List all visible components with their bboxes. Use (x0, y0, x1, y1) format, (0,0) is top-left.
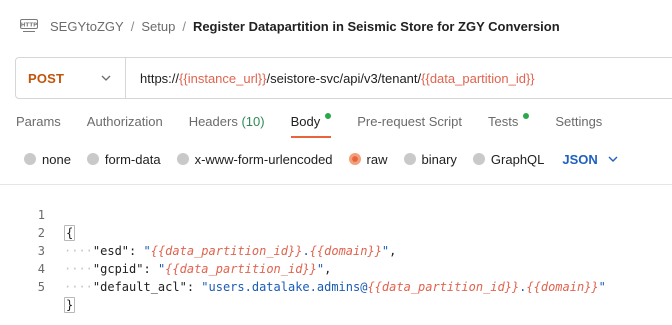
method-select[interactable]: POST (16, 58, 126, 98)
http-icon: HTTP (20, 19, 38, 33)
json-colon: : (186, 280, 202, 294)
json-variable: {{domain}} (526, 280, 599, 294)
radio-icon (86, 153, 99, 165)
svg-text:HTTP: HTTP (21, 23, 38, 29)
editor-line: 2 ····"esd": "{{data_partition_id}}.{{do… (0, 206, 672, 258)
body-status-dot-icon (325, 113, 332, 119)
tab-pre-request-script[interactable]: Pre-request Script (357, 108, 462, 138)
tab-authorization-label: Authorization (86, 114, 163, 129)
line-number: 5 (37, 280, 45, 294)
radio-form-data[interactable]: form-data (86, 151, 161, 167)
json-variable: {{data_partition_id}} (367, 280, 520, 294)
radio-icon (403, 153, 416, 165)
radio-binary[interactable]: binary (403, 151, 457, 167)
url-path: /seistore-svc/api/v3/tenant/ (266, 70, 422, 86)
url-bar: POST https://{{instance_url}}/seistore-s… (15, 57, 672, 99)
radio-graphql-label: GraphQL (490, 151, 545, 167)
url-input[interactable]: https://{{instance_url}}/seistore-svc/ap… (126, 71, 535, 86)
tab-body-label: Body (290, 114, 321, 129)
tab-settings[interactable]: Settings (555, 108, 602, 138)
tests-status-dot-icon (523, 113, 530, 119)
headers-count: (10) (241, 114, 265, 129)
url-variable-instance-url: {{instance_url}} (179, 70, 267, 86)
request-tabs: Params Authorization Headers (10) Body P… (0, 108, 672, 138)
tab-params[interactable]: Params (16, 108, 61, 138)
radio-none-label: none (42, 151, 71, 167)
tab-authorization[interactable]: Authorization (87, 108, 163, 138)
url-prefix: https:// (140, 70, 180, 86)
tab-tests[interactable]: Tests (487, 108, 530, 138)
breadcrumb: HTTP SEGYtoZGY / Setup / Register Datapa… (0, 0, 672, 52)
tab-params-label: Params (16, 114, 61, 129)
method-label: POST (28, 70, 65, 86)
chevron-down-icon (608, 154, 618, 164)
editor-line: 1 { (0, 188, 672, 241)
radio-none[interactable]: none (24, 152, 71, 167)
request-title[interactable]: Register Datapartition in Seismic Store … (193, 19, 560, 34)
editor-line: 4 ····"default_acl": "users.datalake.adm… (0, 242, 672, 294)
body-editor[interactable]: 1 { 2 ····"esd": "{{data_partition_id}}.… (0, 184, 672, 325)
tab-settings-label: Settings (555, 114, 603, 129)
json-key: "default_acl" (92, 280, 187, 294)
radio-raw-label: raw (366, 151, 388, 167)
radio-icon (176, 153, 189, 165)
indent: ···· (64, 280, 93, 294)
radio-raw[interactable]: raw (348, 151, 388, 167)
radio-form-data-label: form-data (104, 151, 161, 167)
radio-icon (472, 153, 485, 165)
radio-urlencoded-label: x-www-form-urlencoded (194, 151, 333, 167)
chevron-down-icon (101, 73, 111, 83)
body-format-label: JSON (562, 151, 598, 167)
json-string: "users.datalake.admins@ (201, 280, 368, 294)
radio-x-www-form-urlencoded[interactable]: x-www-form-urlencoded (176, 151, 333, 167)
body-format-select[interactable]: JSON (562, 151, 618, 167)
radio-selected-icon (348, 153, 361, 165)
editor-line: 3 ····"gcpid": "{{data_partition_id}}", (0, 224, 672, 276)
breadcrumb-item-collection[interactable]: SEGYtoZGY (50, 19, 124, 34)
radio-graphql[interactable]: GraphQL (472, 151, 545, 167)
close-brace: } (64, 297, 76, 313)
editor-line: 5 } (0, 260, 672, 313)
tab-pre-request-label: Pre-request Script (357, 114, 462, 129)
radio-icon (24, 153, 36, 165)
radio-binary-label: binary (421, 151, 457, 167)
tab-body[interactable]: Body (290, 108, 332, 138)
url-variable-data-partition-id: {{data_partition_id}} (421, 70, 535, 86)
breadcrumb-separator: / (130, 18, 135, 34)
body-type-options: none form-data x-www-form-urlencoded raw… (0, 146, 672, 172)
tab-headers-label: Headers (188, 114, 238, 129)
breadcrumb-item-folder[interactable]: Setup (141, 19, 175, 34)
tab-tests-label: Tests (487, 114, 519, 129)
tab-headers[interactable]: Headers (10) (189, 108, 265, 138)
breadcrumb-separator: / (182, 18, 186, 34)
json-quote: " (598, 280, 606, 294)
